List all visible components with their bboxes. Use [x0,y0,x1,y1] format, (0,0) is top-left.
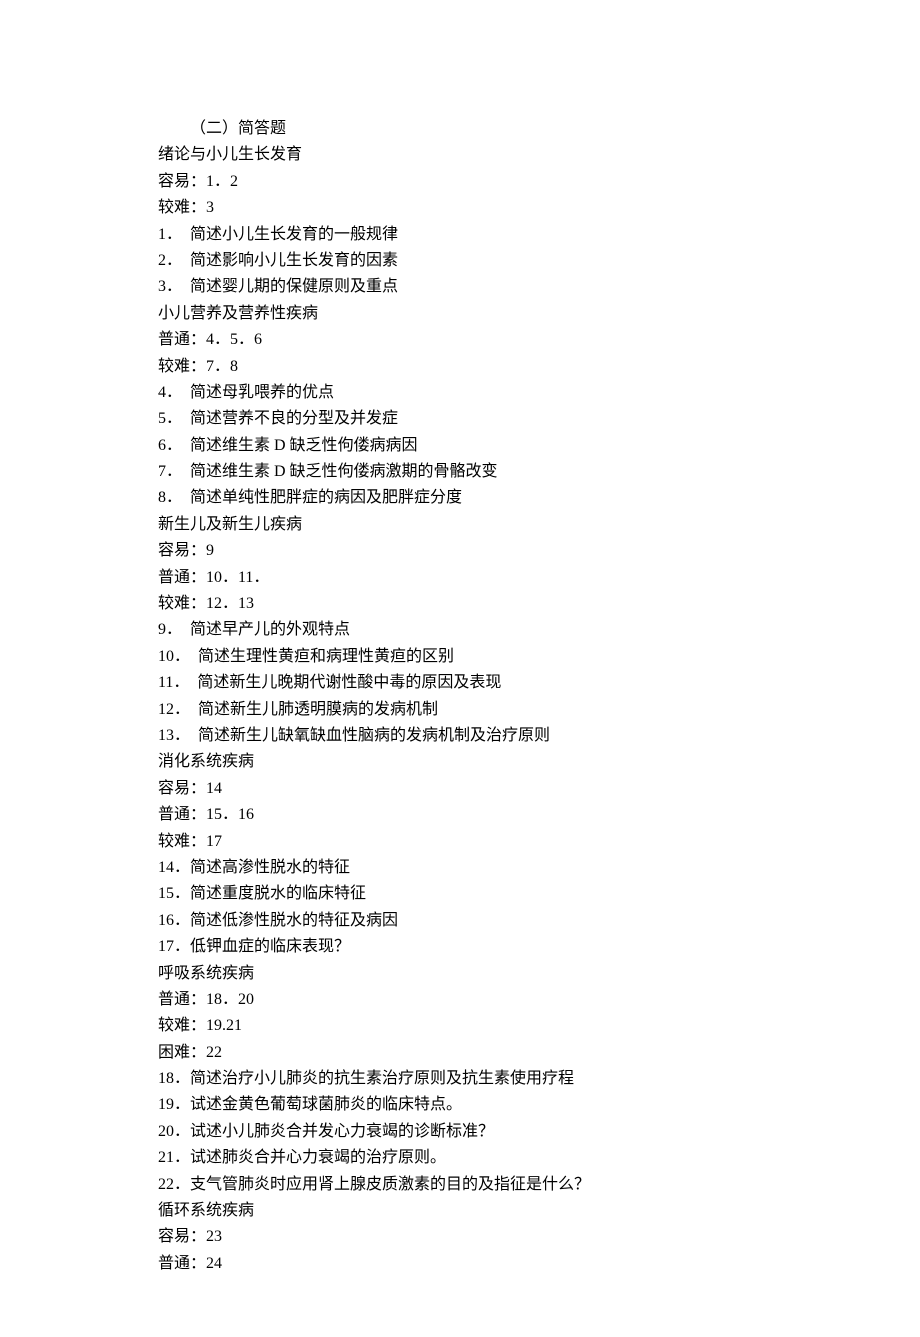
text-line: 20．试述小儿肺炎合并发心力衰竭的诊断标准？ [158,1119,800,1145]
text-line: 普通：4．5．6 [158,327,800,353]
text-line: 14．简述高渗性脱水的特征 [158,855,800,881]
text-line: 11． 简述新生儿晚期代谢性酸中毒的原因及表现 [158,670,800,696]
text-line: 普通：10．11． [158,565,800,591]
text-line: 15．简述重度脱水的临床特征 [158,881,800,907]
text-line: 较难：3 [158,195,800,221]
text-line: 1． 简述小儿生长发育的一般规律 [158,222,800,248]
text-line: 循环系统疾病 [158,1198,800,1224]
text-line: 10． 简述生理性黄疸和病理性黄疸的区别 [158,644,800,670]
text-line: 困难：22 [158,1040,800,1066]
text-line: 17．低钾血症的临床表现？ [158,934,800,960]
text-line: 较难：12．13 [158,591,800,617]
text-line: 容易：23 [158,1224,800,1250]
text-line: 绪论与小儿生长发育 [158,142,800,168]
text-line: 普通：18．20 [158,987,800,1013]
text-line: 小儿营养及营养性疾病 [158,301,800,327]
text-line: 12． 简述新生儿肺透明膜病的发病机制 [158,697,800,723]
text-line: 19．试述金黄色葡萄球菌肺炎的临床特点。 [158,1092,800,1118]
text-line: 容易：14 [158,776,800,802]
text-line: 3． 简述婴儿期的保健原则及重点 [158,274,800,300]
text-line: （二）简答题 [190,116,800,142]
text-line: 新生儿及新生儿疾病 [158,512,800,538]
text-line: 普通：24 [158,1251,800,1277]
text-line: 较难：17 [158,829,800,855]
text-line: 21．试述肺炎合并心力衰竭的治疗原则。 [158,1145,800,1171]
document-content: （二）简答题绪论与小儿生长发育容易：1．2较难：31． 简述小儿生长发育的一般规… [158,116,800,1277]
text-line: 普通：15．16 [158,802,800,828]
text-line: 较难：7．8 [158,354,800,380]
text-line: 8． 简述单纯性肥胖症的病因及肥胖症分度 [158,485,800,511]
text-line: 消化系统疾病 [158,749,800,775]
text-line: 6． 简述维生素 D 缺乏性佝偻病病因 [158,433,800,459]
text-line: 容易：1．2 [158,169,800,195]
text-line: 22．支气管肺炎时应用肾上腺皮质激素的目的及指征是什么？ [158,1172,800,1198]
text-line: 呼吸系统疾病 [158,961,800,987]
text-line: 2． 简述影响小儿生长发育的因素 [158,248,800,274]
text-line: 18．简述治疗小儿肺炎的抗生素治疗原则及抗生素使用疗程 [158,1066,800,1092]
text-line: 7． 简述维生素 D 缺乏性佝偻病激期的骨骼改变 [158,459,800,485]
document-page: （二）简答题绪论与小儿生长发育容易：1．2较难：31． 简述小儿生长发育的一般规… [0,0,920,1337]
text-line: 容易：9 [158,538,800,564]
text-line: 13． 简述新生儿缺氧缺血性脑病的发病机制及治疗原则 [158,723,800,749]
text-line: 5． 简述营养不良的分型及并发症 [158,406,800,432]
text-line: 较难：19.21 [158,1013,800,1039]
text-line: 4． 简述母乳喂养的优点 [158,380,800,406]
text-line: 16．简述低渗性脱水的特征及病因 [158,908,800,934]
text-line: 9． 简述早产儿的外观特点 [158,617,800,643]
